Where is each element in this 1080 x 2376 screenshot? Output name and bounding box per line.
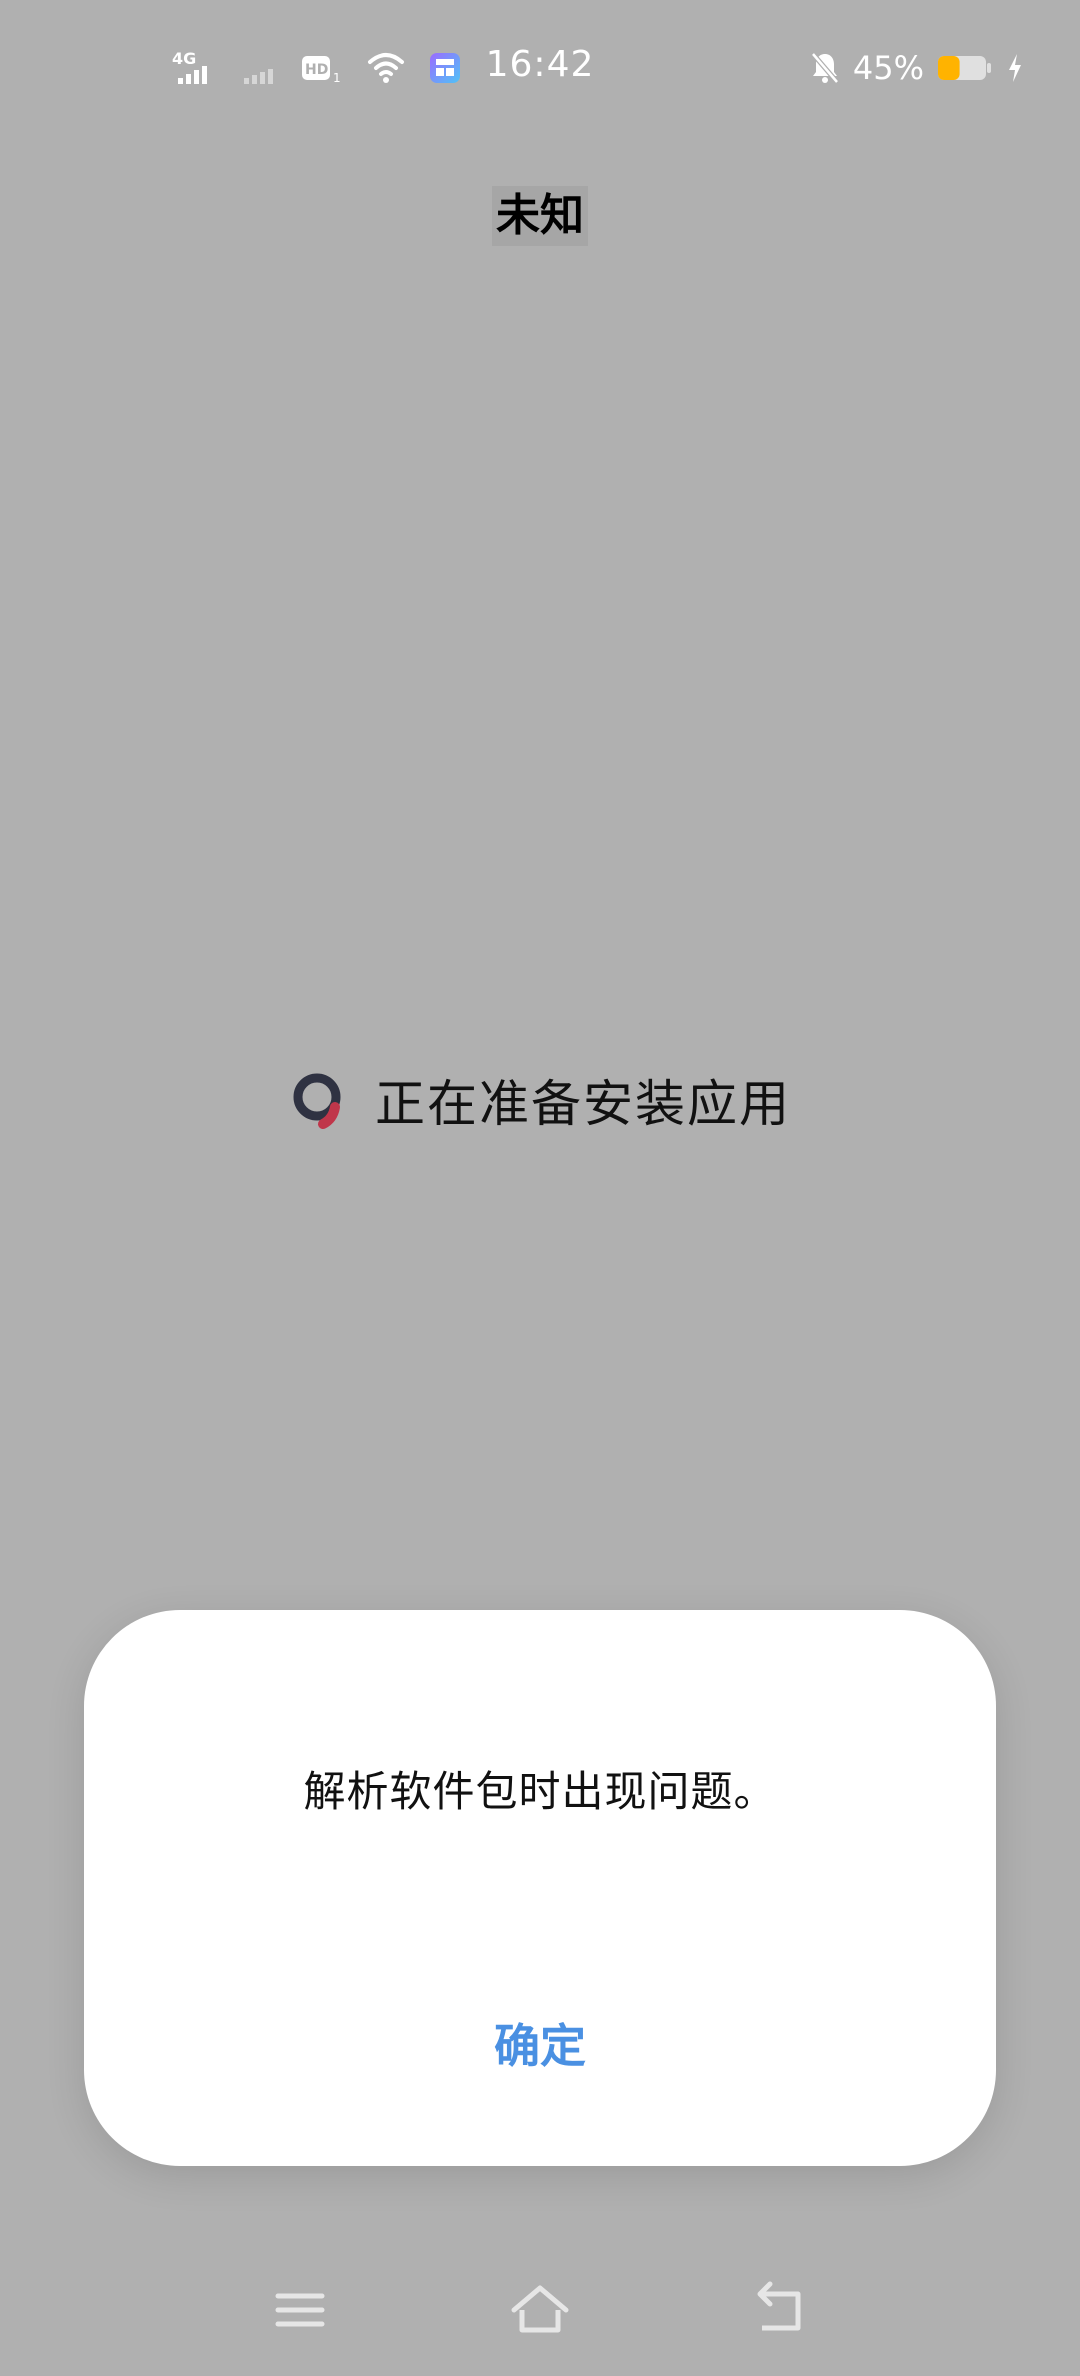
mute-bell-icon bbox=[809, 50, 841, 86]
install-status: 正在准备安装应用 bbox=[0, 1066, 1080, 1134]
battery-percent: 45% bbox=[852, 49, 924, 87]
navigation-bar bbox=[0, 2270, 1080, 2350]
install-status-text: 正在准备安装应用 bbox=[375, 1075, 791, 1133]
back-icon bbox=[748, 2280, 812, 2340]
page-title: 未知 bbox=[492, 186, 588, 246]
error-dialog: 解析软件包时出现问题。 确定 bbox=[84, 1610, 996, 2166]
confirm-button[interactable]: 确定 bbox=[440, 2006, 640, 2086]
battery-icon bbox=[936, 52, 994, 84]
dialog-message: 解析软件包时出现问题。 bbox=[303, 1767, 777, 1816]
status-bar: 4G HD 1 16:42 45% bbox=[0, 0, 1080, 136]
home-button[interactable] bbox=[508, 2280, 572, 2340]
app-title-container: 未知 bbox=[0, 186, 1080, 246]
status-icons-right: 45% bbox=[809, 42, 1024, 94]
back-button[interactable] bbox=[748, 2280, 812, 2340]
menu-icon bbox=[268, 2280, 332, 2340]
menu-button[interactable] bbox=[268, 2280, 332, 2340]
loading-spinner-icon bbox=[289, 1069, 351, 1131]
charging-bolt-icon bbox=[1006, 52, 1024, 84]
home-icon bbox=[508, 2280, 572, 2340]
